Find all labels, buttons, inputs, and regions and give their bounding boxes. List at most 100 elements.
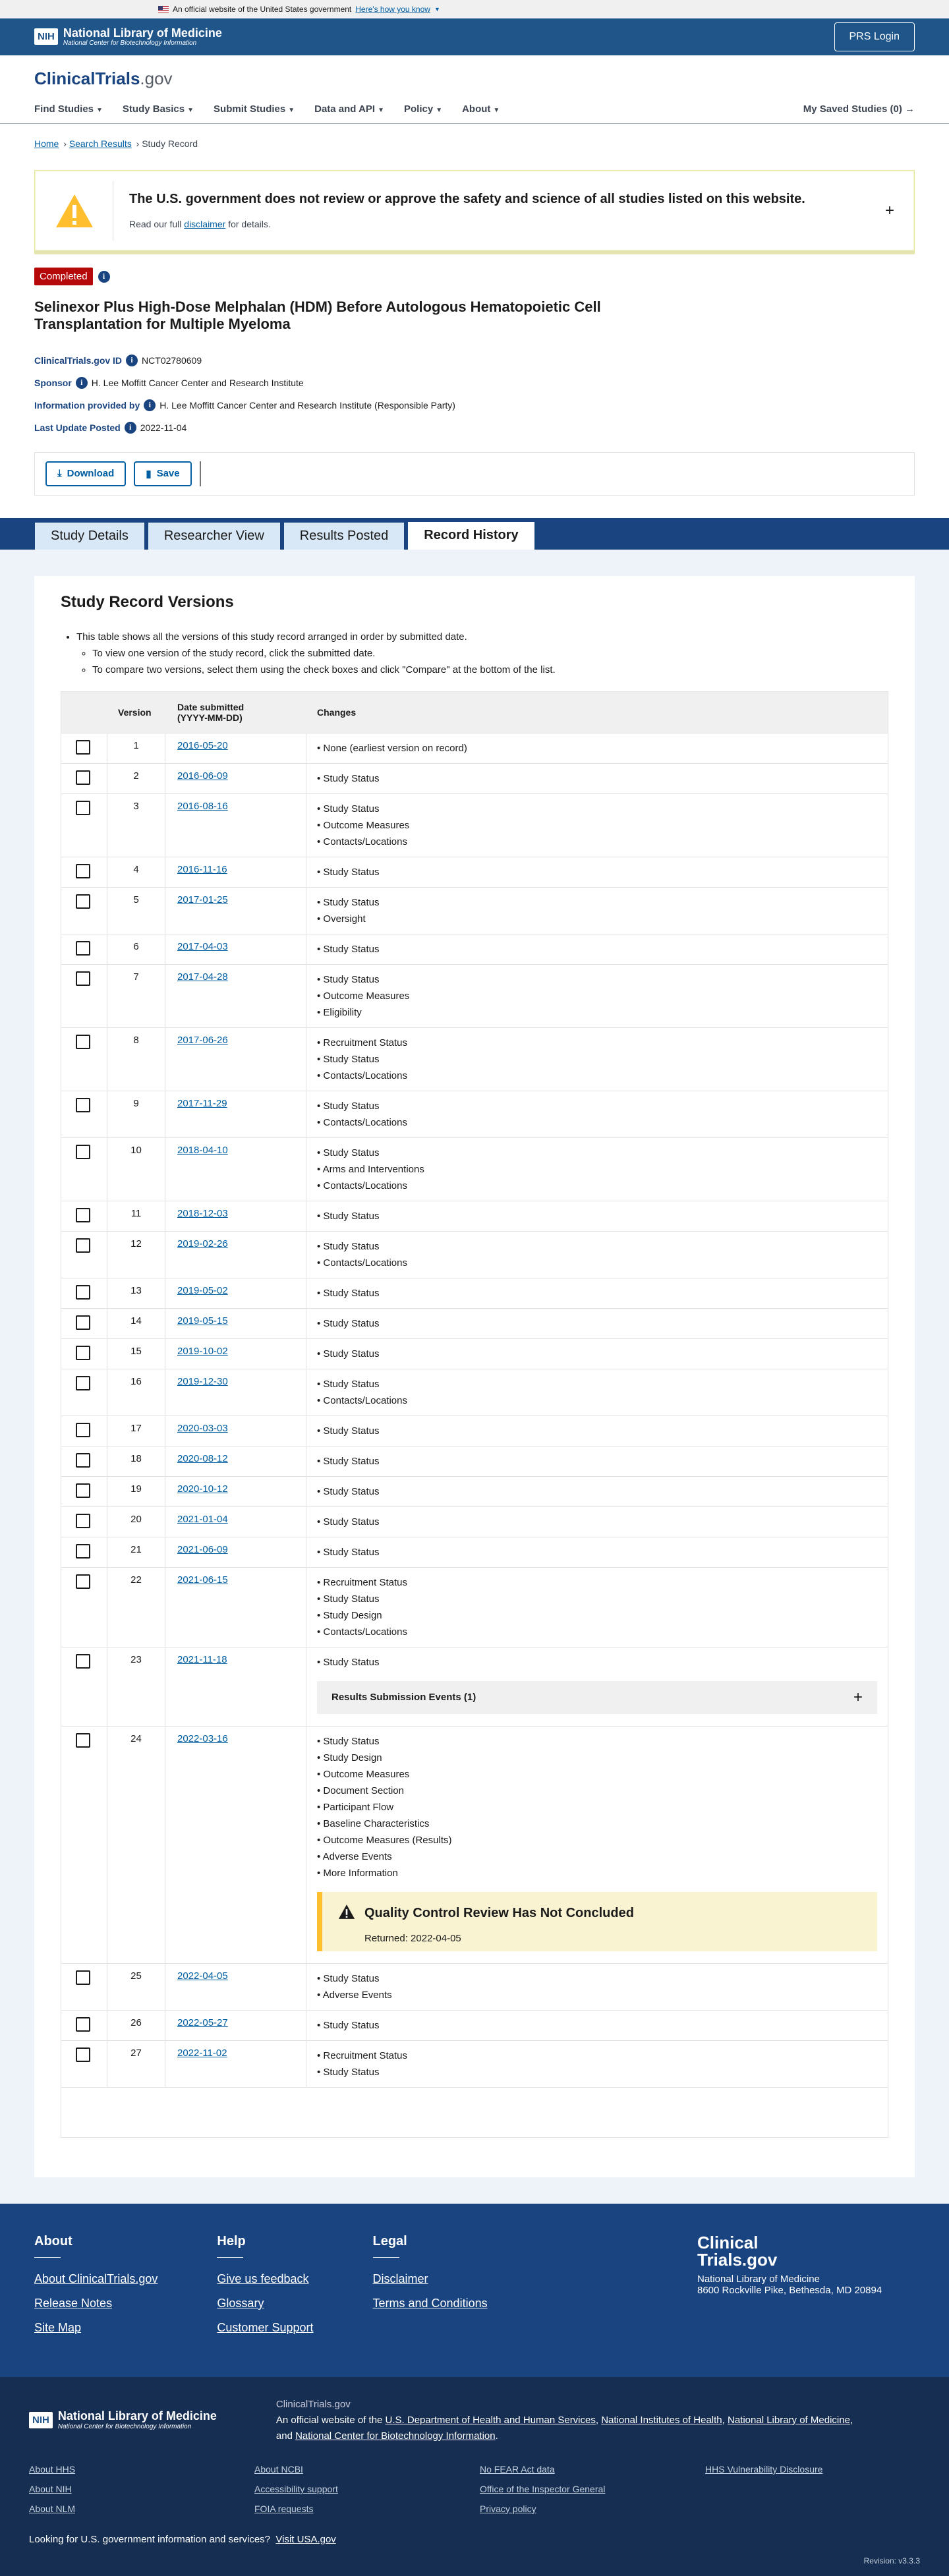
tab-record-history[interactable]: Record History <box>407 519 535 550</box>
version-checkbox[interactable] <box>76 1452 90 1468</box>
version-date-link[interactable]: 2022-11-02 <box>177 2047 227 2059</box>
version-checkbox[interactable] <box>76 894 90 909</box>
nlm-footer-link[interactable]: Privacy policy <box>480 2504 705 2514</box>
version-date-link[interactable]: 2017-06-26 <box>177 1035 228 1046</box>
version-date-link[interactable]: 2016-11-16 <box>177 864 227 875</box>
version-checkbox[interactable] <box>76 1207 90 1222</box>
version-date-link[interactable]: 2020-08-12 <box>177 1453 228 1464</box>
nlm-footer-link[interactable]: About HHS <box>29 2464 254 2475</box>
version-date-link[interactable]: 2018-12-03 <box>177 1208 228 1219</box>
version-checkbox[interactable] <box>76 1284 90 1300</box>
version-date-link[interactable]: 2020-03-03 <box>177 1423 228 1434</box>
version-checkbox[interactable] <box>76 2047 90 2062</box>
clinicaltrials-logo[interactable]: ClinicalTrials.gov <box>34 69 915 89</box>
gov-banner-link[interactable]: Here's how you know <box>355 5 430 14</box>
version-date-link[interactable]: 2021-06-15 <box>177 1574 228 1586</box>
version-checkbox[interactable] <box>76 1543 90 1559</box>
nlm-footer-link[interactable]: HHS Vulnerability Disclosure <box>705 2464 931 2475</box>
version-checkbox[interactable] <box>76 1097 90 1112</box>
footer-link[interactable]: Glossary <box>217 2297 313 2310</box>
version-date-link[interactable]: 2017-11-29 <box>177 1098 227 1109</box>
nlm-footer-link[interactable]: Office of the Inspector General <box>480 2484 705 2494</box>
version-checkbox[interactable] <box>76 1732 90 1748</box>
prs-login-button[interactable]: PRS Login <box>834 22 915 51</box>
nlm-footer-link[interactable]: No FEAR Act data <box>480 2464 705 2475</box>
expand-plus-icon[interactable]: + <box>853 1688 863 1707</box>
usa-gov-link[interactable]: Visit USA.gov <box>275 2534 335 2545</box>
tab-researcher-view[interactable]: Researcher View <box>147 521 281 550</box>
version-date-link[interactable]: 2016-06-09 <box>177 770 228 782</box>
nlm-footer-link[interactable]: About NIH <box>29 2484 254 2494</box>
disclaimer-link[interactable]: disclaimer <box>184 219 225 229</box>
download-button[interactable]: ⤓ Download <box>45 461 127 486</box>
footer-link[interactable]: About ClinicalTrials.gov <box>34 2272 158 2286</box>
nlm-footer-link[interactable]: FOIA requests <box>254 2504 480 2514</box>
version-checkbox[interactable] <box>76 1970 90 1985</box>
version-checkbox[interactable] <box>76 1345 90 1360</box>
version-checkbox[interactable] <box>76 1034 90 1049</box>
info-icon[interactable]: i <box>75 376 88 389</box>
version-date-link[interactable]: 2019-12-30 <box>177 1376 228 1387</box>
hhs-link[interactable]: U.S. Department of Health and Human Serv… <box>386 2415 596 2426</box>
footer-link[interactable]: Release Notes <box>34 2297 158 2310</box>
version-date-link[interactable]: 2019-05-02 <box>177 1285 228 1296</box>
version-checkbox[interactable] <box>76 1375 90 1390</box>
footer-link[interactable]: Site Map <box>34 2321 158 2335</box>
version-date-link[interactable]: 2019-10-02 <box>177 1346 228 1357</box>
footer-link[interactable]: Disclaimer <box>373 2272 488 2286</box>
version-date-link[interactable]: 2020-10-12 <box>177 1483 228 1495</box>
nlm-footer-link[interactable]: Accessibility support <box>254 2484 480 2494</box>
version-date-link[interactable]: 2016-08-16 <box>177 801 228 812</box>
version-date-link[interactable]: 2021-01-04 <box>177 1514 228 1525</box>
version-checkbox[interactable] <box>76 1483 90 1498</box>
info-icon[interactable]: i <box>98 270 110 283</box>
version-checkbox[interactable] <box>76 770 90 785</box>
info-icon[interactable]: i <box>124 421 136 434</box>
version-date-link[interactable]: 2022-05-27 <box>177 2017 228 2028</box>
version-checkbox[interactable] <box>76 800 90 815</box>
footer-link[interactable]: Terms and Conditions <box>373 2297 488 2310</box>
nav-item[interactable]: Submit Studies ▼ <box>214 103 295 115</box>
version-checkbox[interactable] <box>76 1144 90 1159</box>
version-date-link[interactable]: 2016-05-20 <box>177 740 228 751</box>
nih-link[interactable]: National Institutes of Health <box>601 2415 722 2426</box>
saved-studies-link[interactable]: My Saved Studies (0) → <box>803 103 915 115</box>
tab-results-posted[interactable]: Results Posted <box>283 521 405 550</box>
breadcrumb-home[interactable]: Home <box>34 138 59 149</box>
nav-item[interactable]: Policy ▼ <box>404 103 442 115</box>
version-checkbox[interactable] <box>76 739 90 755</box>
nlm-footer-link[interactable]: About NCBI <box>254 2464 480 2475</box>
version-date-link[interactable]: 2017-04-28 <box>177 971 228 983</box>
tab-study-details[interactable]: Study Details <box>34 521 145 550</box>
results-submission-events[interactable]: Results Submission Events (1) + <box>317 1680 877 1714</box>
nlm-link[interactable]: National Library of Medicine <box>728 2415 850 2426</box>
nlm-footer-link[interactable]: About NLM <box>29 2504 254 2514</box>
info-icon[interactable]: i <box>126 354 138 366</box>
version-checkbox[interactable] <box>76 1315 90 1330</box>
version-checkbox[interactable] <box>76 1574 90 1589</box>
version-date-link[interactable]: 2019-05-15 <box>177 1315 228 1327</box>
version-checkbox[interactable] <box>76 1422 90 1437</box>
nav-item[interactable]: Data and API ▼ <box>314 103 384 115</box>
info-icon[interactable]: i <box>144 399 156 411</box>
version-date-link[interactable]: 2022-03-16 <box>177 1733 228 1744</box>
version-checkbox[interactable] <box>76 1513 90 1528</box>
version-checkbox[interactable] <box>76 1238 90 1253</box>
version-checkbox[interactable] <box>76 971 90 986</box>
version-date-link[interactable]: 2017-01-25 <box>177 894 228 905</box>
version-checkbox[interactable] <box>76 1653 90 1669</box>
version-date-link[interactable]: 2018-04-10 <box>177 1145 228 1156</box>
nav-item[interactable]: Study Basics ▼ <box>123 103 194 115</box>
nlm-footer-logo[interactable]: NIH National Library of Medicine Nationa… <box>29 2397 217 2444</box>
nlm-logo[interactable]: NIH National Library of Medicine Nationa… <box>34 26 222 47</box>
nav-item[interactable]: Find Studies ▼ <box>34 103 103 115</box>
expand-plus-icon[interactable]: + <box>885 202 894 220</box>
version-checkbox[interactable] <box>76 2017 90 2032</box>
ncbi-link[interactable]: National Center for Biotechnology Inform… <box>295 2430 496 2442</box>
nav-item[interactable]: About ▼ <box>462 103 500 115</box>
version-checkbox[interactable] <box>76 940 90 956</box>
save-button[interactable]: ▮ Save <box>134 461 192 486</box>
footer-link[interactable]: Customer Support <box>217 2321 313 2335</box>
version-date-link[interactable]: 2021-06-09 <box>177 1544 228 1555</box>
version-date-link[interactable]: 2021-11-18 <box>177 1654 227 1665</box>
